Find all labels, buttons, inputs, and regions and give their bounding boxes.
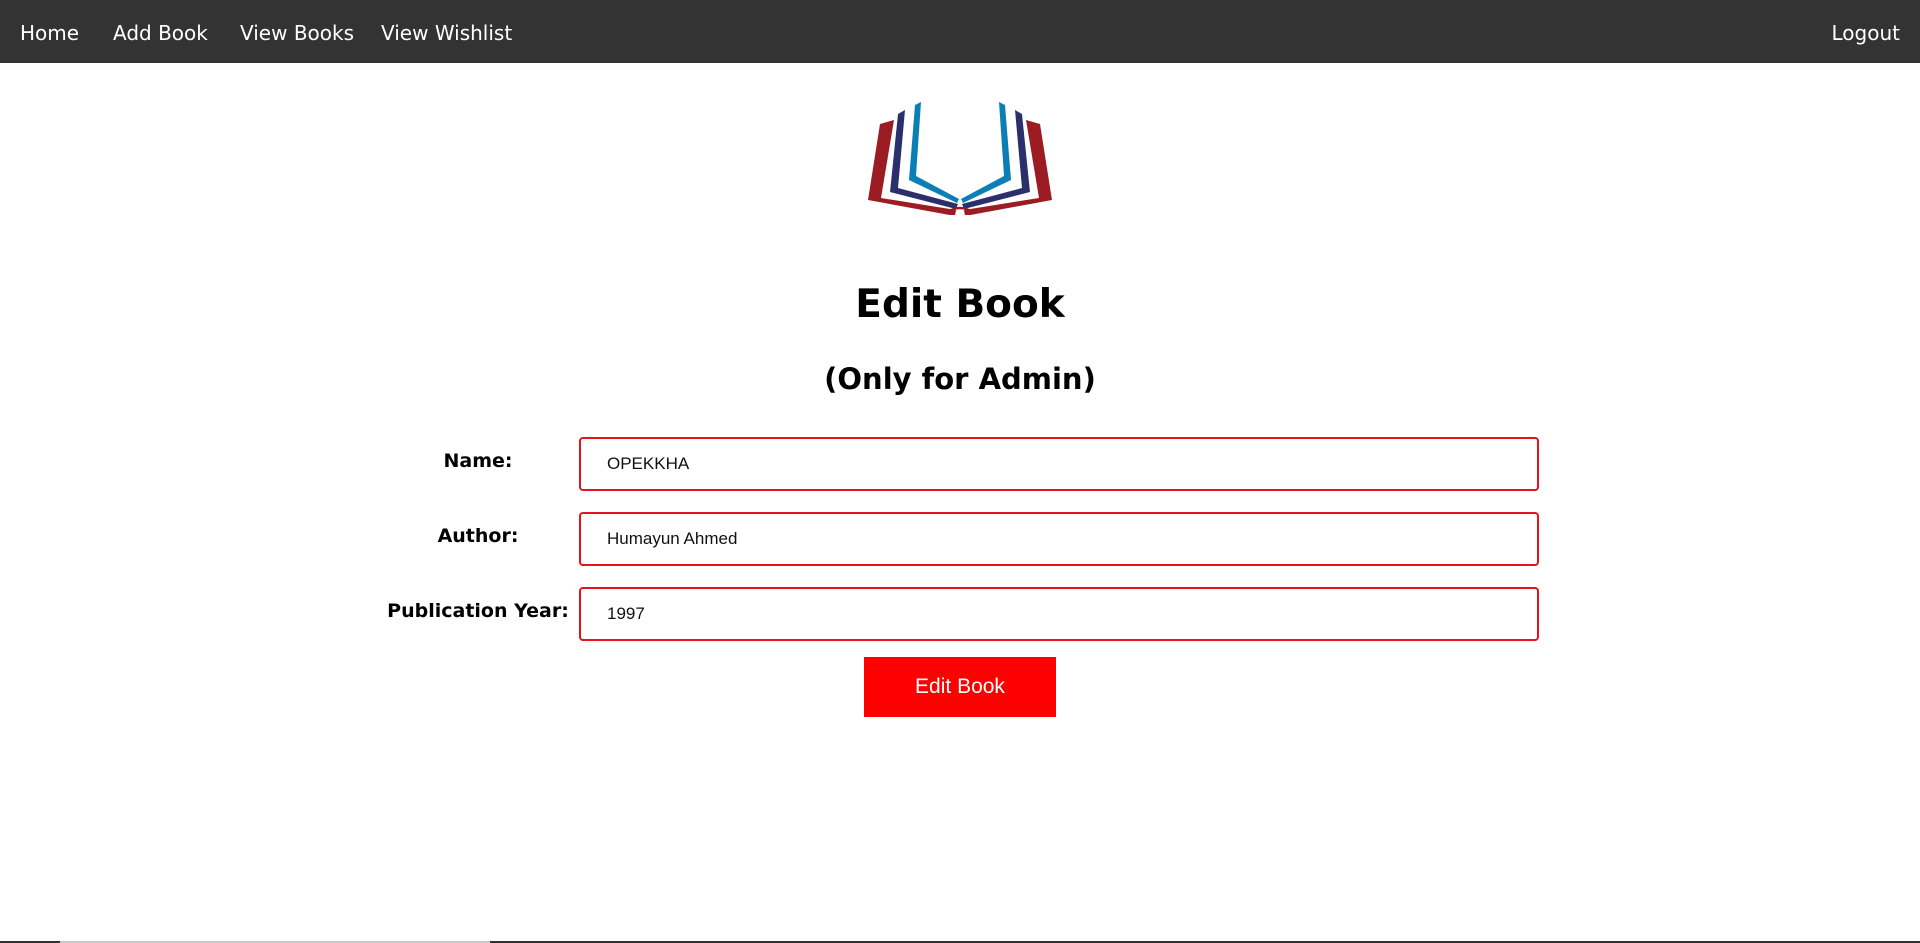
open-book-logo-icon <box>868 102 1052 215</box>
publication-year-label: Publication Year: <box>387 600 569 622</box>
nav-add-book-link[interactable]: Add Book <box>113 0 208 63</box>
edit-book-button[interactable]: Edit Book <box>864 657 1056 717</box>
author-input[interactable] <box>579 512 1539 566</box>
name-label: Name: <box>443 450 513 472</box>
nav-home-link[interactable]: Home <box>20 0 79 63</box>
name-input[interactable] <box>579 437 1539 491</box>
nav-view-wishlist-link[interactable]: View Wishlist <box>381 0 512 63</box>
page-subtitle: (Only for Admin) <box>824 362 1096 396</box>
nav-view-books-link[interactable]: View Books <box>240 0 354 63</box>
nav-logout-link[interactable]: Logout <box>1832 0 1900 63</box>
author-label: Author: <box>437 525 519 547</box>
top-navbar: Home Add Book View Books View Wishlist L… <box>0 0 1920 63</box>
publication-year-input[interactable] <box>579 587 1539 641</box>
page-title: Edit Book <box>855 282 1065 327</box>
